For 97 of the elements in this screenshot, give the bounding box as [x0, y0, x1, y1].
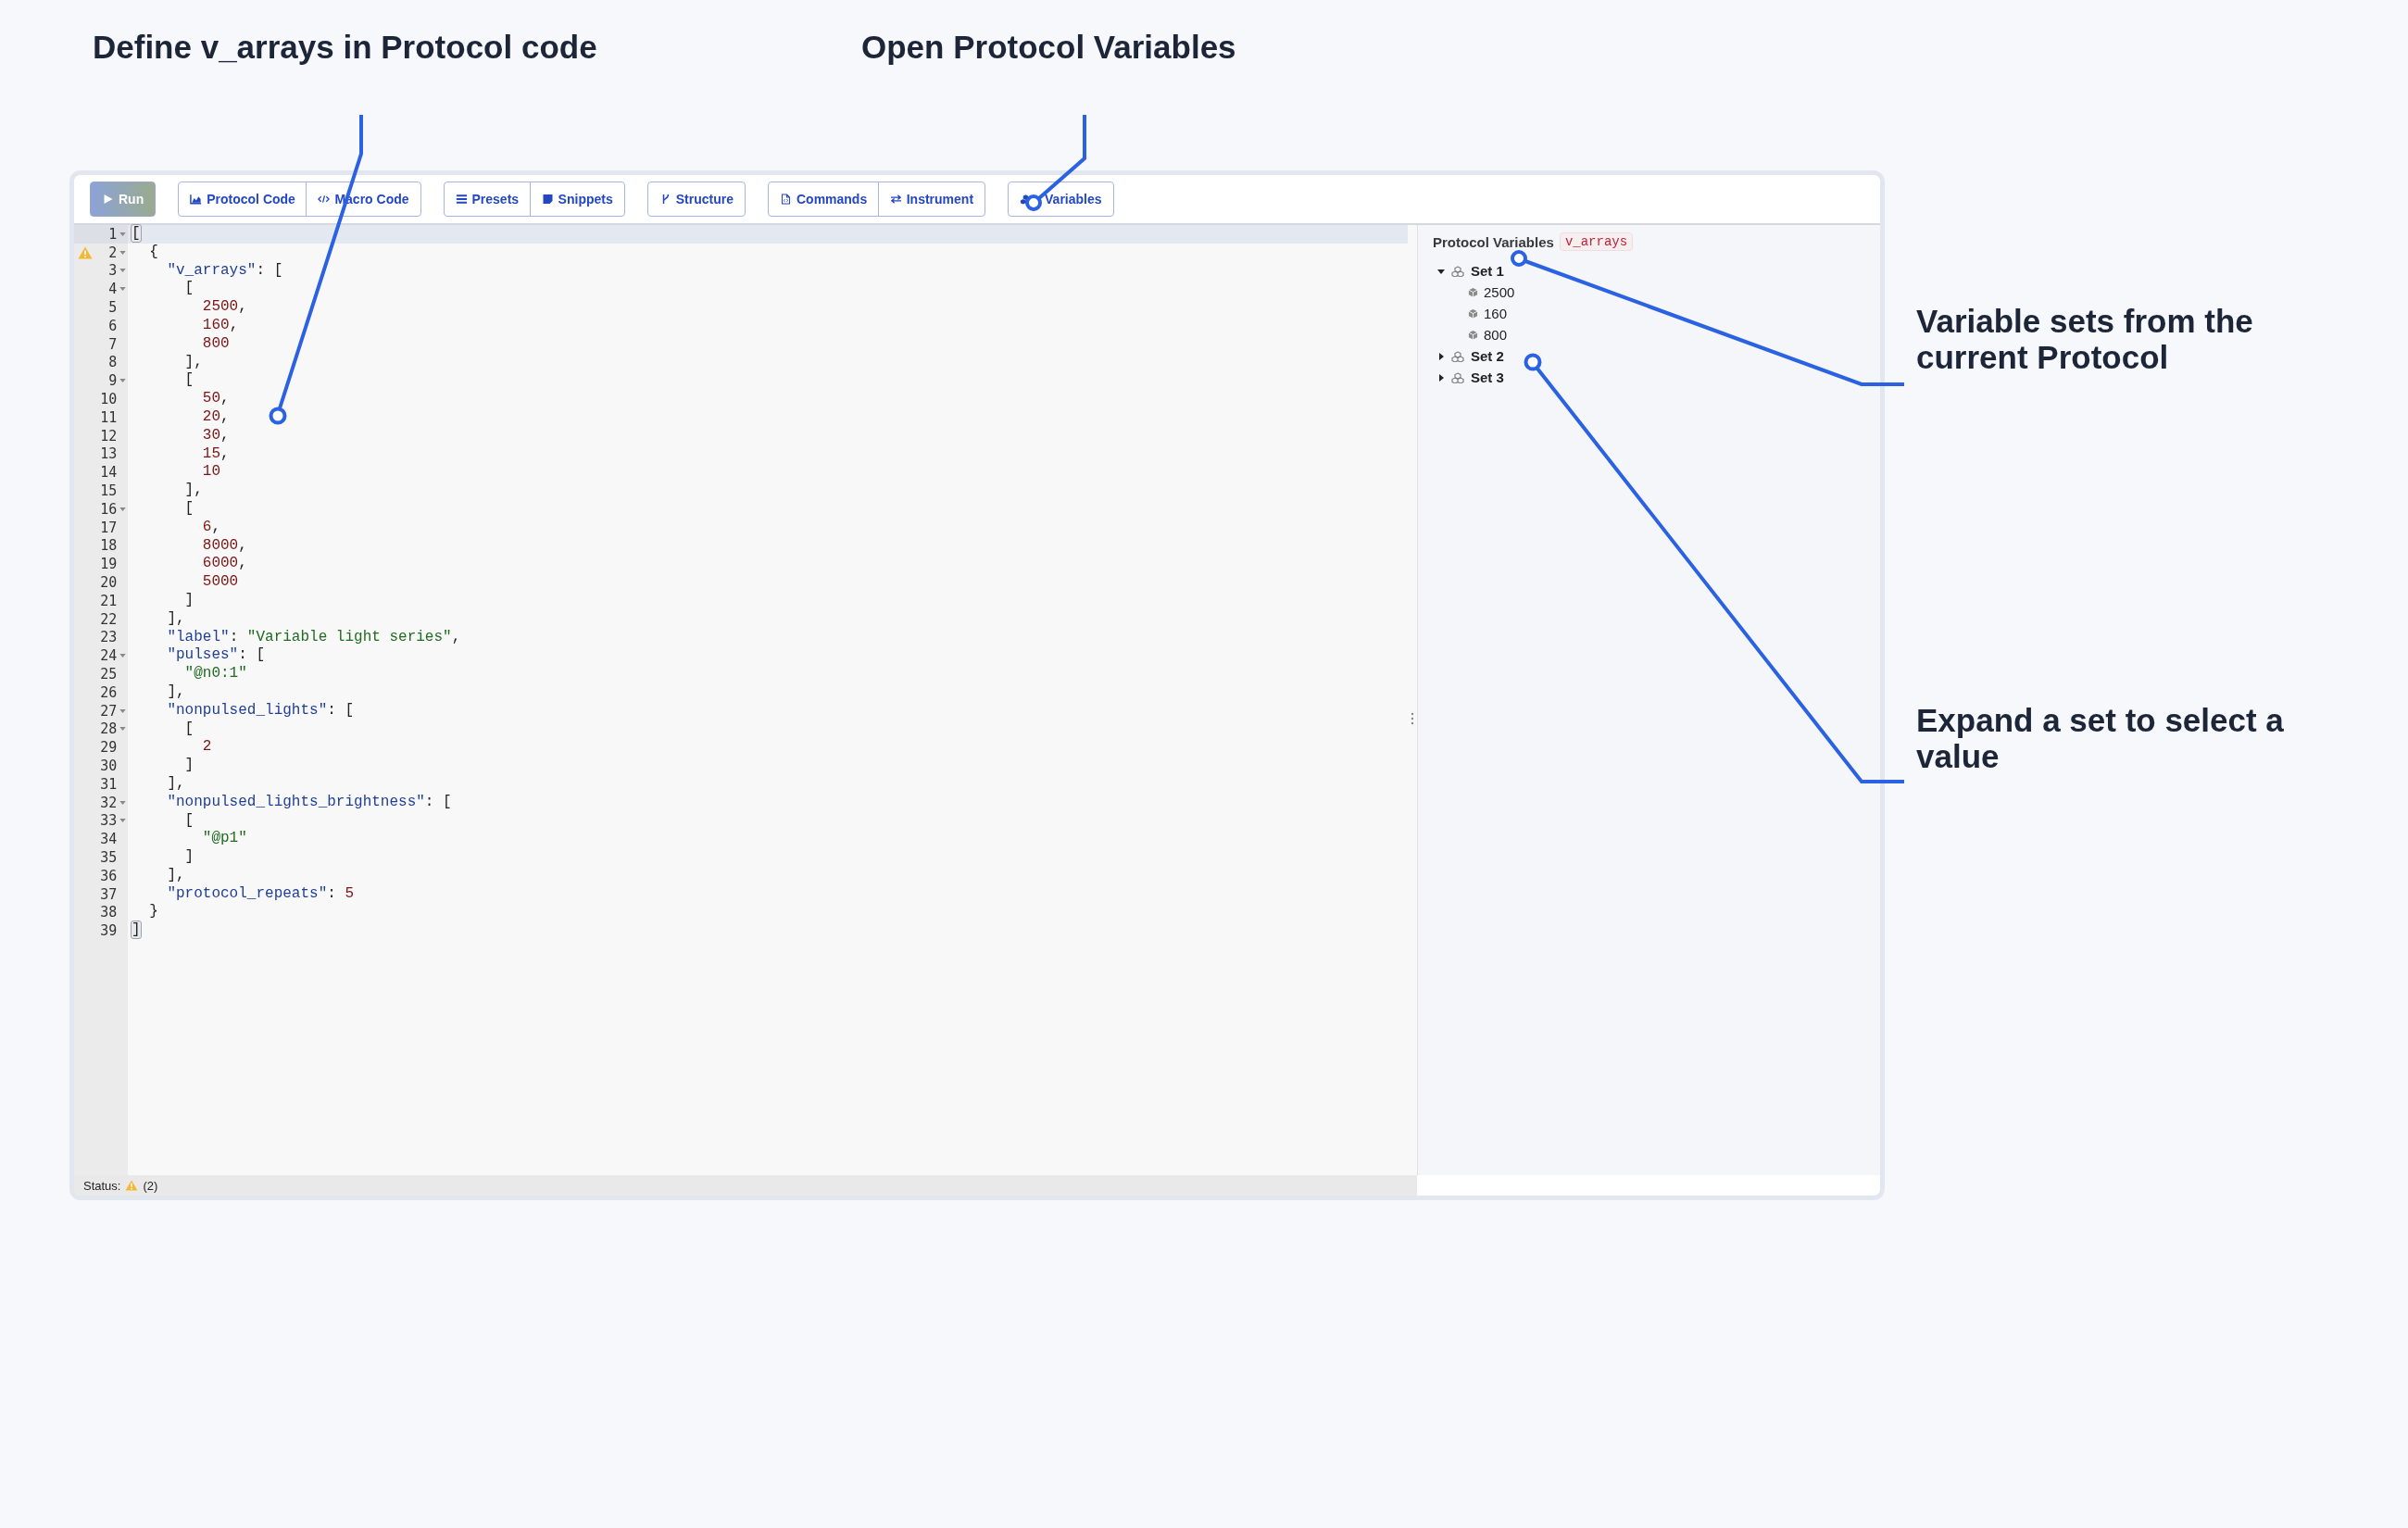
line-number: 4	[107, 281, 118, 298]
line-number: 8	[107, 354, 118, 371]
line-number: 3	[107, 262, 118, 280]
toolbar-button[interactable]: Protocol Code	[178, 182, 307, 217]
code-line: ],	[166, 609, 185, 629]
line-number: 2	[107, 244, 118, 261]
warning-count: (2)	[143, 1178, 158, 1193]
code-line: ],	[183, 353, 203, 372]
tree-item[interactable]: Set 1	[1471, 263, 1504, 279]
line-number: 23	[99, 629, 118, 646]
line-number: 12	[99, 427, 118, 445]
code-line: }	[148, 903, 158, 922]
line-number: 19	[99, 556, 118, 573]
code-line: 8000,	[201, 536, 247, 556]
tree-item[interactable]: Set 3	[1471, 369, 1504, 385]
code-line: "@p1"	[201, 830, 247, 849]
toolbar-button[interactable]: Snippets	[529, 182, 625, 217]
line-number: 18	[99, 537, 118, 555]
code-line: [	[183, 499, 194, 519]
code-line: ],	[166, 774, 185, 794]
toolbar-button[interactable]: Variables	[1008, 182, 1114, 217]
code-line: ],	[166, 866, 185, 885]
code-line: "nonpulsed_lights_brightness": [	[166, 793, 452, 812]
code-line: "pulses": [	[166, 646, 266, 666]
code-line: "label": "Variable light series",	[166, 628, 461, 647]
code-line: 6,	[201, 518, 221, 537]
line-number: 32	[99, 794, 118, 811]
annotation-text: Open Protocol Variables	[861, 30, 1236, 66]
tree-item[interactable]: 160	[1484, 306, 1508, 321]
code-line: 2	[201, 738, 212, 758]
code-line: 6000,	[201, 555, 247, 574]
line-number: 13	[99, 445, 118, 463]
toolbar-button[interactable]: Structure	[646, 182, 746, 217]
line-number: 28	[99, 720, 118, 738]
code-line: ]	[183, 591, 194, 610]
line-number: 33	[99, 812, 118, 830]
code-line: 160,	[201, 317, 239, 335]
code-line: ],	[166, 683, 185, 702]
toolbar-button[interactable]: Instrument	[877, 182, 986, 217]
code-line: 5000	[201, 573, 239, 592]
line-number: 34	[99, 831, 118, 848]
code-line: [	[183, 280, 194, 299]
code-line: ]	[183, 848, 194, 867]
line-number: 25	[99, 666, 118, 683]
code-line: {	[148, 243, 158, 262]
line-number: 21	[99, 592, 118, 609]
line-number: 37	[99, 885, 118, 903]
line-number: 22	[99, 610, 118, 628]
status-label: Status:	[83, 1178, 121, 1193]
line-number: 31	[99, 775, 118, 793]
code-line: "nonpulsed_lights": [	[166, 701, 355, 720]
line-number: 27	[99, 702, 118, 720]
variable-tag: v_arrays	[1559, 232, 1634, 251]
annotation-text: Define v_arrays in Protocol code	[93, 30, 597, 66]
code-line: 30,	[201, 426, 230, 445]
line-number: 5	[107, 299, 118, 317]
annotation-text: Expand a set to select a value	[1916, 703, 2285, 774]
line-number: 15	[99, 482, 118, 500]
code-line: [	[183, 371, 194, 391]
toolbar-button[interactable]: Presets	[443, 182, 532, 217]
code-line: 15,	[201, 445, 230, 464]
line-number: 14	[99, 464, 118, 482]
line-number: 16	[99, 500, 118, 518]
line-number: 35	[99, 849, 118, 866]
line-number: 30	[99, 758, 118, 774]
line-number: 1	[107, 225, 118, 243]
tree-item[interactable]: Set 2	[1471, 348, 1504, 364]
line-number: 36	[99, 867, 118, 884]
code-line: [	[183, 720, 194, 739]
code-line: "@n0:1"	[183, 665, 247, 683]
code-line: 10	[201, 463, 220, 482]
tree-item[interactable]: 2500	[1484, 284, 1515, 300]
line-number: 7	[107, 335, 118, 353]
code-line: "v_arrays": [	[166, 261, 283, 281]
line-number: 39	[99, 922, 118, 940]
line-number: 29	[99, 739, 118, 757]
line-number: 11	[99, 408, 118, 426]
code-line: "protocol_repeats": 5	[166, 884, 355, 904]
code-line: 50,	[201, 390, 230, 408]
line-number: 6	[107, 317, 118, 334]
code-line: 800	[201, 334, 230, 354]
panel-title: Protocol Variables	[1433, 233, 1554, 250]
line-number: 9	[107, 372, 118, 390]
line-number: 20	[99, 574, 118, 592]
code-line: [	[183, 811, 194, 831]
annotation-text: Variable sets from the current Protocol	[1916, 304, 2254, 375]
line-number: 26	[99, 683, 118, 701]
tree-item[interactable]: 800	[1484, 327, 1508, 343]
code-line: 20,	[201, 407, 230, 427]
line-number: 17	[99, 519, 118, 536]
line-number: 10	[99, 391, 118, 408]
code-line: ],	[183, 482, 203, 500]
toolbar-button[interactable]: Commands	[767, 182, 880, 217]
code-line: ]	[183, 757, 194, 775]
line-number: 38	[99, 904, 118, 921]
code-line: 2500,	[201, 298, 247, 317]
line-number: 24	[99, 647, 118, 665]
